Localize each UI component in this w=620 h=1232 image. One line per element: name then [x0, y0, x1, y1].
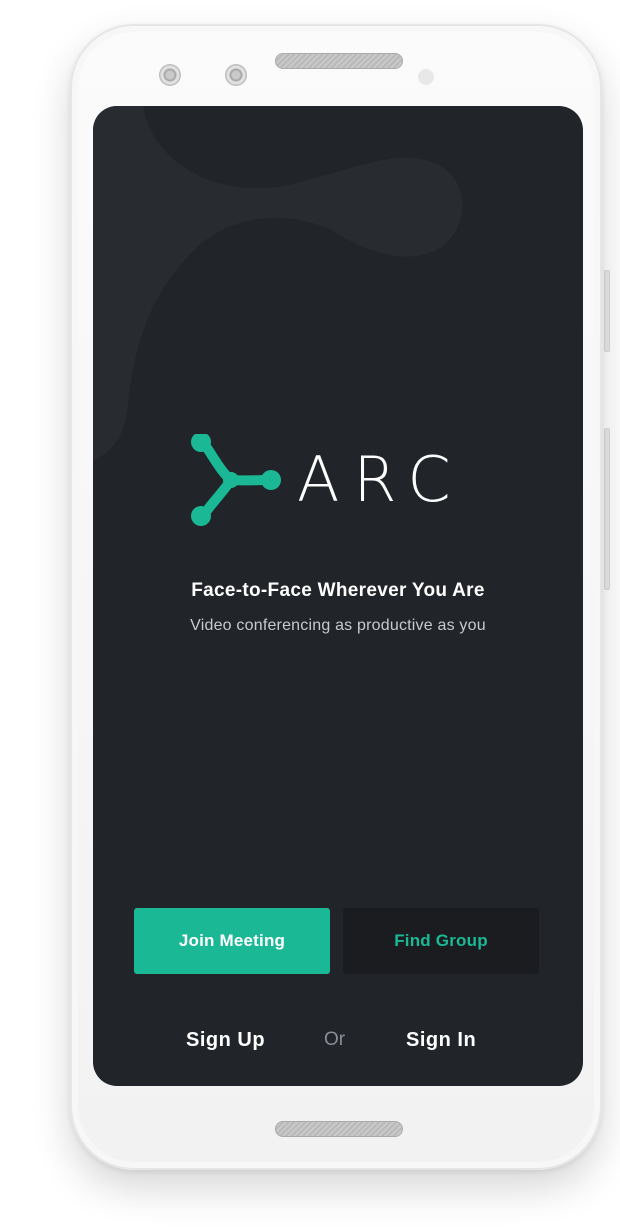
find-group-button[interactable]: Find Group — [343, 908, 539, 974]
power-button — [604, 270, 610, 352]
proximity-sensor — [418, 69, 434, 85]
brand-logo: ARC — [191, 434, 481, 526]
app-screen: ARC Face-to-Face Wherever You Are Video … — [93, 106, 583, 1086]
volume-rocker — [604, 428, 610, 590]
arc-logo-icon — [191, 434, 281, 526]
tagline-subtitle: Video conferencing as productive as you — [190, 617, 486, 634]
front-sensor — [225, 64, 247, 86]
device-mockup: ARC Face-to-Face Wherever You Are Video … — [0, 0, 620, 1232]
top-speaker — [275, 53, 403, 69]
brand-name: ARC — [297, 443, 465, 516]
or-separator: Or — [324, 1029, 346, 1050]
bottom-speaker — [275, 1121, 403, 1137]
front-camera — [159, 64, 181, 86]
sign-up-link[interactable]: Sign Up — [186, 1026, 265, 1054]
tagline-title: Face-to-Face Wherever You Are — [191, 580, 485, 601]
join-meeting-button[interactable]: Join Meeting — [134, 908, 330, 974]
sign-in-link[interactable]: Sign In — [406, 1026, 476, 1054]
